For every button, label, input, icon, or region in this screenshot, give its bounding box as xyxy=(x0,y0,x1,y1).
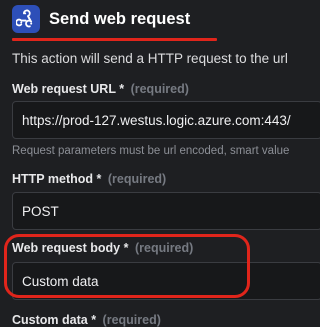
title-annotation-underline xyxy=(12,38,217,41)
field-label-text: Web request URL xyxy=(12,82,116,96)
required-mark: * xyxy=(123,241,129,255)
web-request-body-label: Web request body * (required) xyxy=(12,241,193,255)
required-hint: (required) xyxy=(102,313,161,327)
field-label-text: Custom data xyxy=(12,313,88,327)
http-method-value: POST xyxy=(22,203,59,219)
url-helper-text: Request parameters must be url encoded, … xyxy=(12,145,290,157)
required-mark: * xyxy=(91,313,97,327)
web-request-body-select[interactable]: Custom data xyxy=(12,262,320,300)
field-label-text: Web request body xyxy=(12,241,121,255)
field-label-text: HTTP method xyxy=(12,172,94,186)
web-request-url-input[interactable]: https://prod-127.westus.logic.azure.com:… xyxy=(12,101,320,139)
required-mark: * xyxy=(96,172,102,186)
required-hint: (required) xyxy=(107,172,167,186)
web-request-url-value: https://prod-127.westus.logic.azure.com:… xyxy=(22,112,291,128)
action-title: Send web request xyxy=(49,9,191,28)
required-hint: (required) xyxy=(130,82,189,96)
action-description: This action will send a HTTP request to … xyxy=(12,51,288,66)
http-method-label: HTTP method * (required) xyxy=(12,172,166,186)
web-request-body-value: Custom data xyxy=(22,273,99,289)
web-request-url-label: Web request URL * (required) xyxy=(12,82,189,96)
required-hint: (required) xyxy=(134,241,194,255)
http-method-select[interactable]: POST xyxy=(12,192,320,230)
custom-data-label: Custom data * (required) xyxy=(12,313,161,327)
action-header: Send web request xyxy=(12,4,190,34)
required-mark: * xyxy=(119,82,125,96)
webhook-icon xyxy=(12,5,40,33)
